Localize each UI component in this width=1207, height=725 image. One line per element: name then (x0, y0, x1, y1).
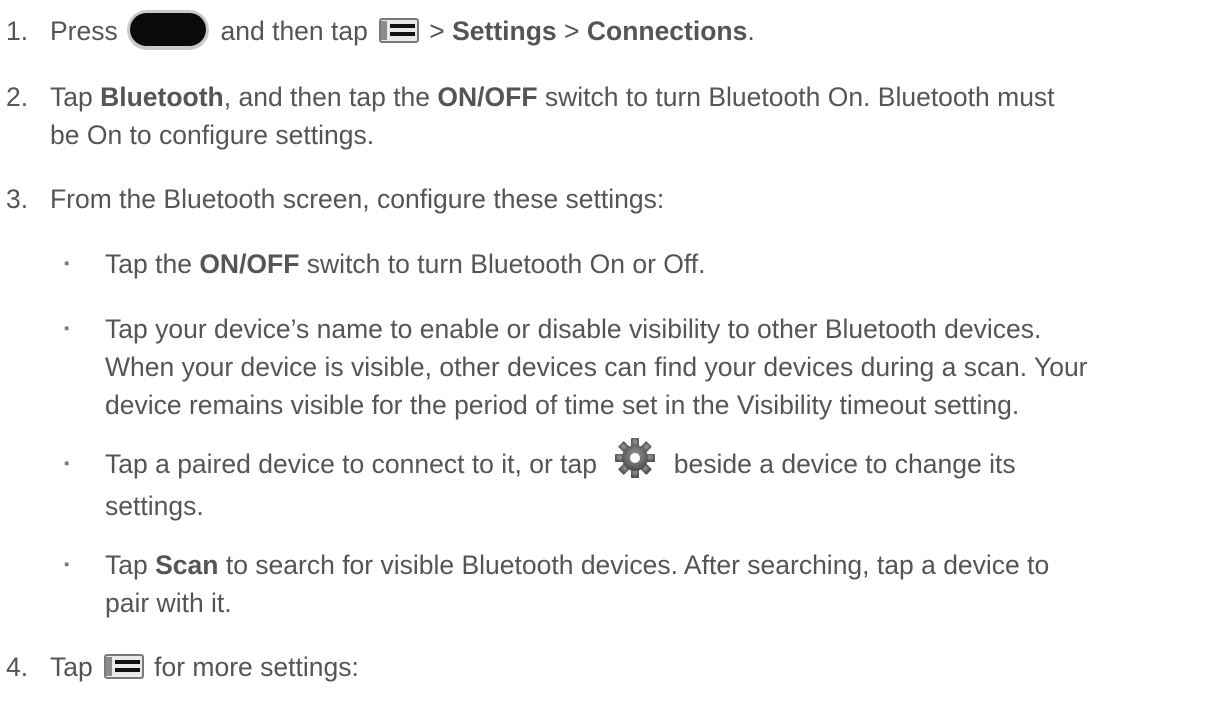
step-number: 1. (6, 16, 29, 46)
onoff-label: ON/OFF (437, 82, 538, 112)
menu-icon (379, 18, 421, 44)
bluetooth-label: Bluetooth (100, 82, 224, 112)
menu-icon (104, 654, 146, 680)
bullet-mark: ▪ (64, 455, 70, 472)
step-text: Tap Bluetooth, and then tap the ON/OFF s… (50, 82, 1055, 150)
settings-label: Settings (452, 16, 557, 46)
step-text: From the Bluetooth screen, configure the… (50, 184, 665, 214)
step-number: 3. (6, 184, 29, 214)
bullet-text: Tap a paired device to connect to it, or… (105, 438, 1191, 525)
bullet-text: Tap the ON/OFF switch to turn Bluetooth … (105, 249, 706, 279)
bullet-mark: ▪ (64, 255, 70, 272)
bullet-mark: ▪ (64, 556, 70, 573)
step-text: Tap for more settings: (50, 652, 359, 682)
bullet-text: Tap your device’s name to enable or disa… (105, 314, 1088, 420)
step-text: Press and then tap > Settings > Connecti… (50, 10, 1197, 53)
bullet-text: Tap Scan to search for visible Bluetooth… (105, 550, 1050, 618)
scan-label: Scan (155, 550, 219, 580)
step-number: 4. (6, 652, 29, 682)
instruction-page: 1. Press and then tap > Settings > Conne… (0, 0, 1207, 725)
bullet-mark: ▪ (64, 320, 70, 337)
onoff-label: ON/OFF (199, 249, 300, 279)
home-button-icon (127, 10, 210, 50)
step-number: 2. (6, 82, 29, 112)
gear-icon (610, 437, 660, 479)
connections-label: Connections (586, 16, 748, 46)
